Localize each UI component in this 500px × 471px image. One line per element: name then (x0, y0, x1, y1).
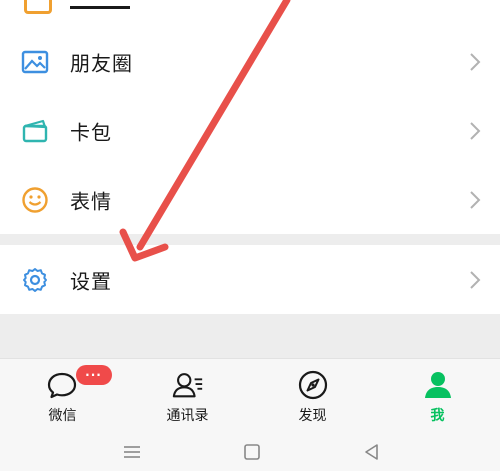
chevron-right-icon (468, 121, 482, 141)
tab-label: 发现 (298, 408, 327, 424)
tab-chats[interactable]: ··· 微信 (0, 359, 125, 433)
cut-off-label (70, 0, 130, 9)
system-nav-bar (0, 432, 500, 471)
menu-group-settings: 设置 (0, 245, 500, 314)
tab-me[interactable]: 我 (375, 359, 500, 433)
collect-icon (24, 0, 52, 14)
menu-group-discover: 朋友圈 卡包 表情 (0, 27, 500, 234)
menu-item-label: 表情 (70, 189, 112, 213)
home-nav-button[interactable] (240, 442, 264, 462)
menu-item-card-pack[interactable]: 卡包 (0, 96, 500, 165)
menu-group-top (0, 0, 500, 27)
smile-icon (20, 185, 50, 215)
image-icon (20, 47, 50, 77)
bottom-tabbar: ··· 微信 通讯录 发现 我 (0, 358, 500, 433)
me-menu-list: 朋友圈 卡包 表情 设置 (0, 0, 500, 314)
tab-label: 微信 (48, 408, 77, 424)
unread-badge: ··· (75, 365, 112, 385)
contacts-icon (171, 369, 205, 401)
card-icon (20, 116, 50, 146)
tab-label: 我 (430, 408, 445, 424)
chat-icon: ··· (46, 365, 112, 401)
section-gap (0, 234, 500, 245)
menu-item-label: 设置 (70, 269, 112, 293)
chevron-right-icon (468, 52, 482, 72)
square-icon (244, 444, 260, 460)
back-nav-button[interactable] (360, 442, 384, 462)
compass-icon (296, 369, 330, 401)
person-icon (421, 369, 455, 401)
menu-item-label: 卡包 (70, 120, 112, 144)
gear-icon (20, 265, 50, 295)
back-triangle-icon (365, 444, 378, 460)
chevron-right-icon (468, 270, 482, 290)
tab-contacts[interactable]: 通讯录 (125, 359, 250, 433)
tab-label: 通讯录 (166, 408, 209, 424)
tab-discover[interactable]: 发现 (250, 359, 375, 433)
chevron-right-icon (468, 190, 482, 210)
menu-item-label: 朋友圈 (70, 51, 133, 75)
empty-area (0, 318, 500, 358)
menu-item-settings[interactable]: 设置 (0, 245, 500, 314)
menu-item-moments[interactable]: 朋友圈 (0, 27, 500, 96)
menu-lines-icon (124, 446, 140, 458)
menu-nav-button[interactable] (120, 442, 144, 462)
menu-item-stickers[interactable]: 表情 (0, 165, 500, 234)
